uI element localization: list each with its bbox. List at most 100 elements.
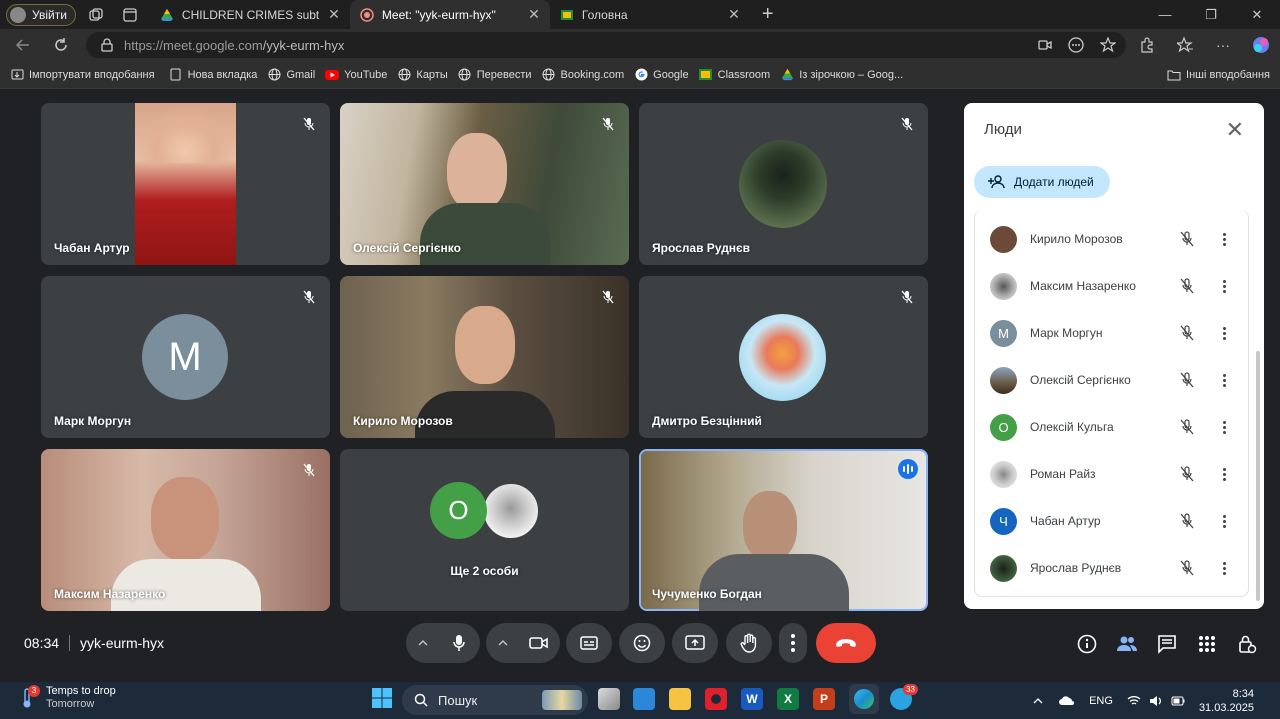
minimize-icon[interactable]: — xyxy=(1142,0,1188,29)
participant-tile[interactable]: Олексій Сергієнко xyxy=(340,103,629,265)
menu-dots-icon[interactable]: ··· xyxy=(1210,37,1236,53)
address-bar[interactable]: https://meet.google.com/yyk-eurm-hyx xyxy=(86,32,1126,58)
powerpoint-icon[interactable]: P xyxy=(813,688,835,710)
close-tab-icon[interactable]: ✕ xyxy=(728,6,740,23)
add-people-button[interactable]: Додати людей xyxy=(974,166,1110,198)
volume-icon[interactable] xyxy=(1149,695,1163,707)
mic-muted-icon xyxy=(898,288,916,306)
workspaces-icon[interactable] xyxy=(82,1,110,29)
reload-icon[interactable] xyxy=(46,30,76,60)
more-options-icon[interactable] xyxy=(1216,420,1232,434)
bookmark-maps[interactable]: Карты xyxy=(397,68,448,82)
more-participants-tile[interactable]: O Ще 2 особи xyxy=(340,449,629,611)
taskbar-clock[interactable]: 8:34 31.03.2025 xyxy=(1199,687,1254,715)
people-icon[interactable] xyxy=(1116,633,1138,655)
bookmark-drive-starred[interactable]: Із зірочкою – Goog... xyxy=(780,68,903,82)
wifi-icon[interactable] xyxy=(1127,695,1141,706)
participant-row[interactable]: Максим Назаренко xyxy=(990,272,1240,300)
video-options-chevron-icon[interactable] xyxy=(487,640,519,646)
language-indicator[interactable]: ENG xyxy=(1089,695,1113,707)
close-tab-icon[interactable]: ✕ xyxy=(328,6,340,23)
tab-actions-icon[interactable] xyxy=(116,1,144,29)
participant-row[interactable]: Роман Райз xyxy=(990,460,1240,488)
more-options-icon[interactable] xyxy=(1216,279,1232,293)
copilot-icon[interactable] xyxy=(1248,36,1274,54)
activities-icon[interactable] xyxy=(1196,633,1218,655)
favorite-star-icon[interactable] xyxy=(1100,37,1116,53)
more-options-icon[interactable] xyxy=(1216,326,1232,340)
close-window-icon[interactable]: ✕ xyxy=(1234,0,1280,29)
task-view-icon[interactable] xyxy=(598,688,620,710)
leave-call-button[interactable] xyxy=(816,623,876,663)
scrollbar[interactable] xyxy=(1256,351,1260,601)
weather-widget[interactable]: 3 Temps to drop Tomorrow xyxy=(20,685,116,711)
battery-icon[interactable] xyxy=(1171,696,1185,706)
participant-row[interactable]: Ч Чабан Артур xyxy=(990,507,1240,535)
profile-login-button[interactable]: Увійти xyxy=(6,3,76,26)
site-info-icon[interactable] xyxy=(100,38,114,52)
more-options-icon[interactable] xyxy=(1216,561,1232,575)
participant-tile[interactable]: Ярослав Руднєв xyxy=(639,103,928,265)
meeting-details-icon[interactable] xyxy=(1076,633,1098,655)
camera-icon[interactable] xyxy=(519,636,559,650)
new-tab-button[interactable]: + xyxy=(762,3,782,26)
more-options-icon[interactable] xyxy=(1216,467,1232,481)
bookmark-import[interactable]: Імпортувати вподобання xyxy=(10,68,155,82)
tab-drive-video[interactable]: CHILDREN CRIMES subt.mp4 - Go ✕ xyxy=(150,0,350,29)
present-screen-button[interactable] xyxy=(672,623,718,663)
onedrive-icon[interactable] xyxy=(1059,695,1075,706)
more-options-icon[interactable] xyxy=(1216,373,1232,387)
people-panel-title: Люди xyxy=(984,121,1022,138)
bookmark-translate[interactable]: Перевести xyxy=(458,68,532,82)
word-icon[interactable]: W xyxy=(741,688,763,710)
more-options-icon[interactable] xyxy=(1216,232,1232,246)
participant-tile[interactable]: Кирило Морозов xyxy=(340,276,629,438)
edge-icon[interactable] xyxy=(849,684,879,714)
close-tab-icon[interactable]: ✕ xyxy=(528,6,540,23)
camera-in-use-icon[interactable] xyxy=(1038,39,1052,51)
excel-icon[interactable]: X xyxy=(777,688,799,710)
more-options-button[interactable] xyxy=(779,623,807,663)
participant-tile-speaking[interactable]: Чучуменко Богдан xyxy=(639,449,928,611)
tab-meet[interactable]: Meet: "yyk-eurm-hyx" ✕ xyxy=(349,0,550,29)
participant-row[interactable]: Олексій Сергієнко xyxy=(990,366,1240,394)
participant-row[interactable]: M Марк Моргун xyxy=(990,319,1240,347)
participant-tile[interactable]: Дмитро Безцінний xyxy=(639,276,928,438)
microphone-icon[interactable] xyxy=(439,634,479,652)
back-icon[interactable] xyxy=(8,30,38,60)
file-explorer-icon[interactable] xyxy=(669,688,691,710)
favorites-icon[interactable] xyxy=(1172,37,1198,53)
divider xyxy=(69,635,71,651)
more-options-icon[interactable] xyxy=(1216,514,1232,528)
chat-icon[interactable] xyxy=(1156,633,1178,655)
reactions-button[interactable] xyxy=(619,623,665,663)
captions-button[interactable] xyxy=(566,623,612,663)
show-hidden-icons-icon[interactable] xyxy=(1033,697,1043,704)
tab-classroom[interactable]: Головна ✕ xyxy=(550,0,750,29)
bookmark-youtube[interactable]: YouTube xyxy=(325,68,387,82)
raise-hand-button[interactable] xyxy=(726,623,772,663)
bookmark-new-tab[interactable]: Нова вкладка xyxy=(169,68,257,82)
taskbar-search[interactable]: Пошук xyxy=(402,685,588,715)
bookmark-classroom[interactable]: Classroom xyxy=(699,68,770,82)
participant-row[interactable]: Ярослав Руднєв xyxy=(990,554,1240,582)
extensions-icon[interactable] xyxy=(1134,37,1160,53)
desktop-icon[interactable] xyxy=(633,688,655,710)
participant-tile[interactable]: Чабан Артур xyxy=(41,103,330,265)
bookmark-other[interactable]: Інші вподобання xyxy=(1167,69,1270,81)
participant-row[interactable]: Кирило Морозов xyxy=(990,225,1240,253)
close-panel-icon[interactable]: ✕ xyxy=(1226,119,1244,141)
windows-start-icon[interactable] xyxy=(371,687,393,709)
more-site-icon[interactable] xyxy=(1068,37,1084,53)
bookmark-gmail[interactable]: Gmail xyxy=(267,68,315,82)
maximize-icon[interactable]: ❐ xyxy=(1188,0,1234,29)
participant-row[interactable]: О Олексій Кульга xyxy=(990,413,1240,441)
bookmark-google[interactable]: Google xyxy=(634,68,689,82)
bookmark-booking[interactable]: Booking.com xyxy=(542,68,624,82)
host-controls-icon[interactable] xyxy=(1236,633,1258,655)
telegram-icon[interactable]: 33 xyxy=(890,684,918,710)
participant-tile[interactable]: M Марк Моргун xyxy=(41,276,330,438)
participant-tile[interactable]: Максим Назаренко xyxy=(41,449,330,611)
opera-icon[interactable] xyxy=(705,688,727,710)
audio-options-chevron-icon[interactable] xyxy=(407,640,439,646)
